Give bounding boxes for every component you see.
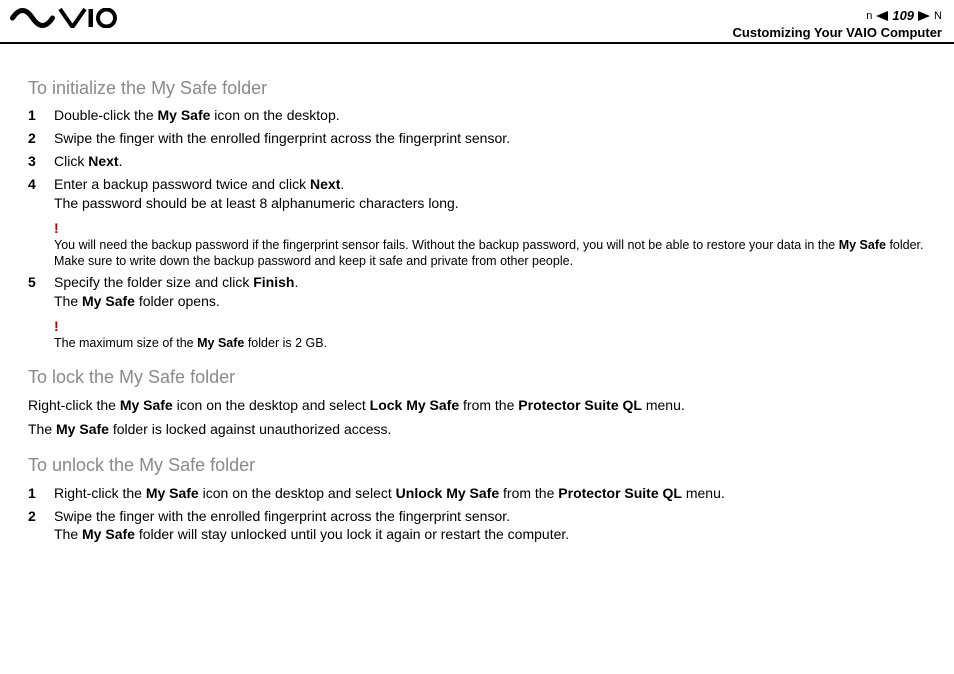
warning-block: ! The maximum size of the My Safe folder… xyxy=(54,319,926,351)
content: To initialize the My Safe folder 1 Doubl… xyxy=(0,44,954,544)
paragraph: The My Safe folder is locked against una… xyxy=(28,420,926,439)
step-number: 4 xyxy=(28,175,54,194)
page: n 109 N Customizing Your VAIO Computer T… xyxy=(0,0,954,674)
list-item: 3 Click Next. xyxy=(28,152,926,171)
section-title-init: To initialize the My Safe folder xyxy=(28,76,926,100)
warning-text: The maximum size of the My Safe folder i… xyxy=(54,335,926,351)
step-text: Swipe the finger with the enrolled finge… xyxy=(54,129,926,148)
nav-marker-N: N xyxy=(934,10,942,22)
step-text: Click Next. xyxy=(54,152,926,171)
warning-block: ! You will need the backup password if t… xyxy=(54,221,926,270)
paragraph: Right-click the My Safe icon on the desk… xyxy=(28,396,926,415)
step-number: 3 xyxy=(28,152,54,171)
header: n 109 N Customizing Your VAIO Computer xyxy=(0,0,954,44)
step-number: 1 xyxy=(28,106,54,125)
step-text: Double-click the My Safe icon on the des… xyxy=(54,106,926,125)
next-page-arrow-icon[interactable] xyxy=(918,11,930,21)
header-subtitle: Customizing Your VAIO Computer xyxy=(733,25,942,40)
section-title-unlock: To unlock the My Safe folder xyxy=(28,453,926,477)
step-text: Enter a backup password twice and click … xyxy=(54,175,926,213)
vaio-logo xyxy=(10,8,120,33)
step-text: Specify the folder size and click Finish… xyxy=(54,273,926,311)
section-title-lock: To lock the My Safe folder xyxy=(28,365,926,389)
step-text: Swipe the finger with the enrolled finge… xyxy=(54,507,926,545)
header-right: n 109 N Customizing Your VAIO Computer xyxy=(733,8,942,40)
list-item: 5 Specify the folder size and click Fini… xyxy=(28,273,926,311)
list-item: 2 Swipe the finger with the enrolled fin… xyxy=(28,507,926,545)
warning-icon: ! xyxy=(54,221,926,235)
warning-text: You will need the backup password if the… xyxy=(54,237,926,270)
prev-page-arrow-icon[interactable] xyxy=(876,11,888,21)
list-item: 4 Enter a backup password twice and clic… xyxy=(28,175,926,213)
step-text: Right-click the My Safe icon on the desk… xyxy=(54,484,926,503)
step-number: 2 xyxy=(28,129,54,148)
step-number: 2 xyxy=(28,507,54,526)
list-item: 1 Right-click the My Safe icon on the de… xyxy=(28,484,926,503)
warning-icon: ! xyxy=(54,319,926,333)
page-number: 109 xyxy=(892,8,914,23)
list-item: 1 Double-click the My Safe icon on the d… xyxy=(28,106,926,125)
step-number: 1 xyxy=(28,484,54,503)
nav-marker-n: n xyxy=(866,10,872,22)
list-item: 2 Swipe the finger with the enrolled fin… xyxy=(28,129,926,148)
step-number: 5 xyxy=(28,273,54,292)
